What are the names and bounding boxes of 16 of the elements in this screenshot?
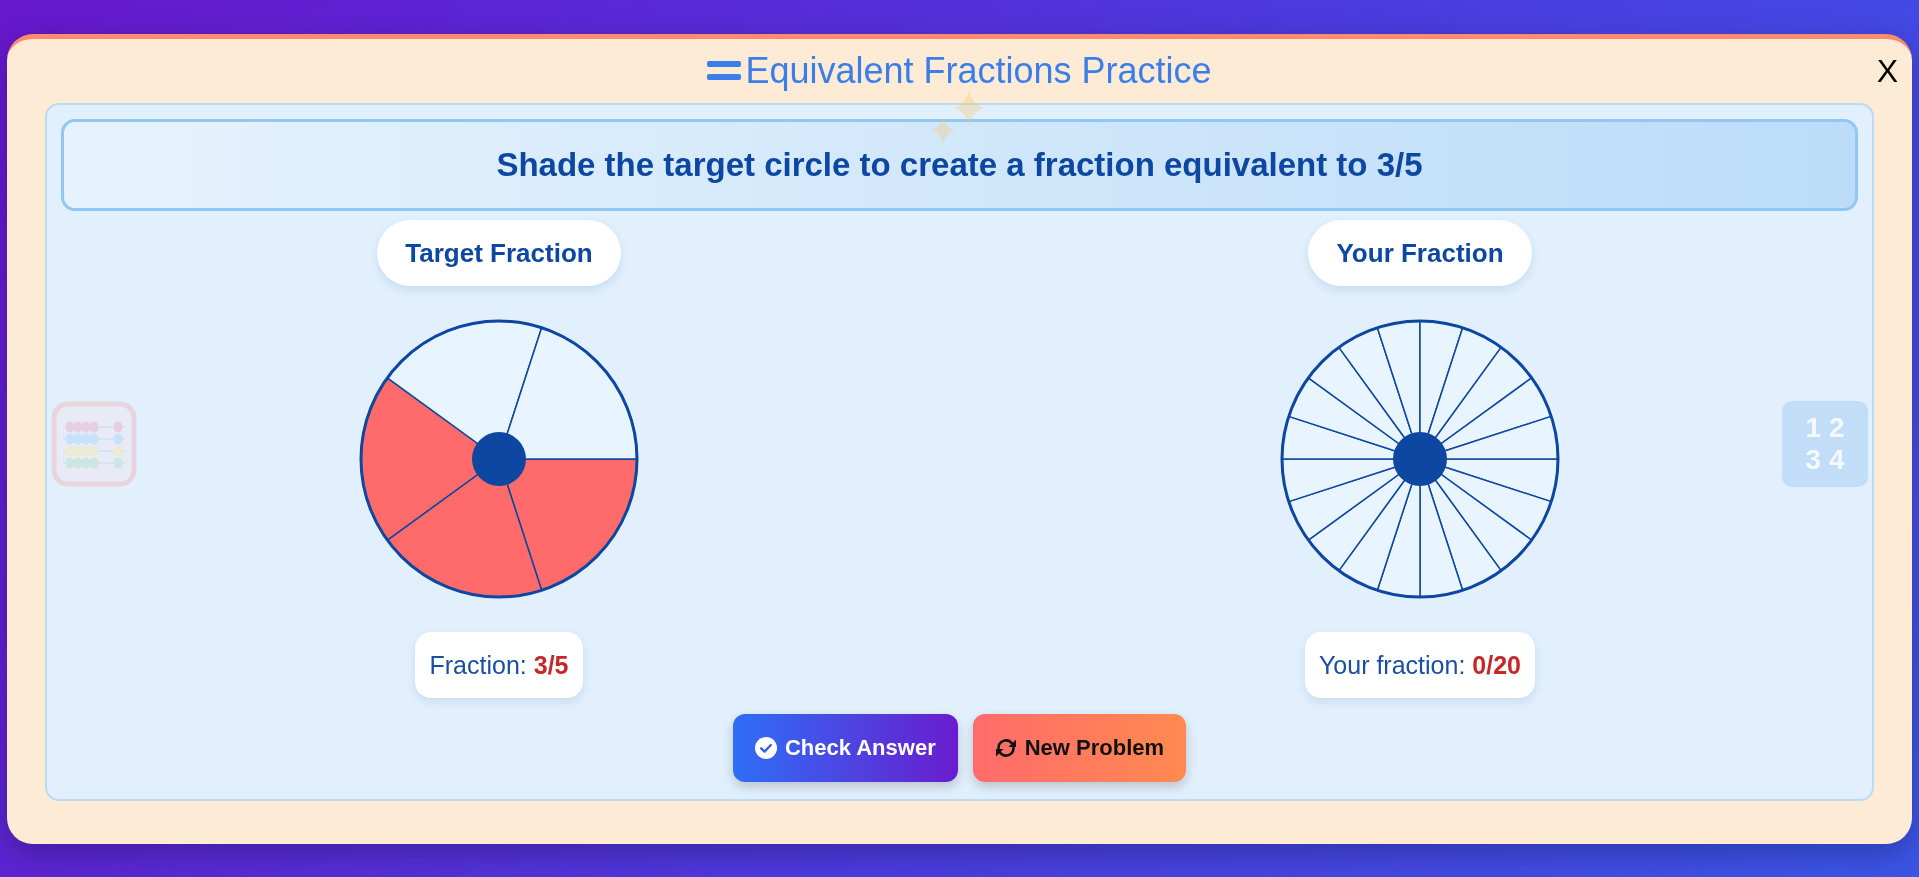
center-dot (472, 432, 526, 486)
circle-heading: Target Fraction (377, 220, 621, 286)
window-title: Equivalent Fractions Practice (745, 49, 1212, 93)
new-problem-button[interactable]: New Problem (972, 714, 1187, 782)
readout-label: Your fraction: (1318, 650, 1466, 681)
refresh-icon (994, 737, 1017, 759)
readout-label: Fraction: (429, 650, 527, 681)
readout-value: 3/5 (533, 650, 569, 681)
instruction-banner: Shade the target circle to create a fraction equivalent to 3/5 (61, 119, 1858, 211)
check-answer-button[interactable]: Check Answer (732, 714, 958, 782)
close-button[interactable]: X (1874, 53, 1900, 89)
abacus-icon (51, 401, 137, 487)
equals-icon (707, 61, 742, 81)
readout-value: 0/20 (1472, 650, 1522, 681)
circle-heading: Your Fraction (1308, 220, 1532, 286)
check-circle-icon (754, 737, 777, 759)
